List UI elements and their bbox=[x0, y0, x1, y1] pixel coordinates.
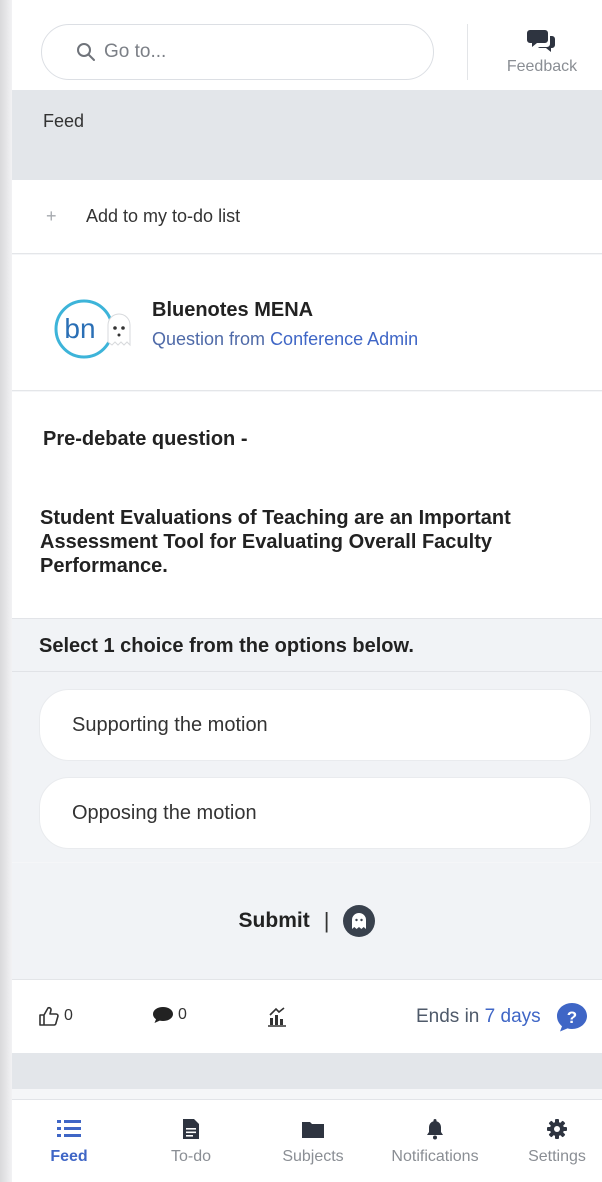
nav-label-settings: Settings bbox=[528, 1148, 586, 1165]
post-subtitle: Question from Conference Admin bbox=[152, 329, 418, 350]
edge-shadow bbox=[0, 0, 12, 1182]
like-count: 0 bbox=[64, 1007, 73, 1024]
ghost-icon bbox=[352, 913, 367, 929]
post-from-link[interactable]: Conference Admin bbox=[270, 329, 418, 349]
question-text: Student Evaluations of Teaching are an I… bbox=[40, 507, 511, 577]
anonymous-toggle[interactable] bbox=[343, 905, 376, 937]
deadline-text: Ends in 7 days bbox=[416, 1006, 541, 1028]
gear-icon bbox=[547, 1119, 567, 1139]
option-supporting[interactable]: Supporting the motion bbox=[39, 689, 591, 761]
nav-item-feed[interactable]: Feed bbox=[14, 1118, 124, 1166]
submit-row: Submit | bbox=[12, 903, 602, 939]
like-button[interactable]: 0 bbox=[38, 1006, 73, 1026]
submit-area: Submit | bbox=[12, 863, 602, 979]
submit-button[interactable]: Submit bbox=[239, 909, 310, 933]
svg-text:?: ? bbox=[567, 1008, 577, 1027]
add-todo-label: Add to my to-do list bbox=[86, 206, 241, 226]
post-author: Bluenotes MENA bbox=[152, 299, 314, 321]
feed-spacer-light bbox=[12, 1089, 602, 1099]
plus-icon: + bbox=[46, 206, 57, 226]
nav-item-notifications[interactable]: Notifications bbox=[380, 1118, 490, 1166]
post-header: bn Bluenotes MENA Question from Conferen… bbox=[12, 255, 602, 391]
nav-label-notifications: Notifications bbox=[391, 1148, 479, 1165]
comment-count: 0 bbox=[178, 1006, 187, 1023]
feedback-label: Feedback bbox=[506, 58, 578, 75]
comment-button[interactable]: 0 bbox=[152, 1006, 187, 1024]
nav-item-todo[interactable]: To-do bbox=[136, 1118, 246, 1166]
avatar[interactable]: bn bbox=[52, 295, 132, 367]
avatar-text: bn bbox=[64, 313, 95, 344]
search-icon bbox=[77, 43, 95, 61]
help-icon[interactable]: ? bbox=[556, 1002, 588, 1032]
nav-item-subjects[interactable]: Subjects bbox=[258, 1118, 368, 1166]
deadline-prefix: Ends in bbox=[416, 1006, 480, 1027]
post-subtitle-prefix: Question from bbox=[152, 329, 266, 349]
app-root: Go to... Feedback Feed + Add to my to-do… bbox=[0, 0, 602, 1182]
folder-icon bbox=[302, 1122, 324, 1138]
deadline-days: 7 days bbox=[484, 1006, 541, 1027]
submit-separator: | bbox=[323, 908, 330, 933]
main-content: Go to... Feedback Feed + Add to my to-do… bbox=[12, 0, 602, 1182]
feedback-button[interactable]: Feedback bbox=[482, 24, 602, 82]
search-placeholder: Go to... bbox=[104, 41, 167, 62]
thumbs-up-icon bbox=[39, 1006, 59, 1026]
chat-bubbles-icon bbox=[527, 30, 555, 52]
options-instruction: Select 1 choice from the options below. bbox=[39, 635, 414, 657]
feed-bar: Feed bbox=[12, 90, 602, 180]
post-stats: 0 0 Ends in 7 days ? bbox=[12, 979, 602, 1053]
page-title: Feed bbox=[43, 111, 85, 131]
nav-label-todo: To-do bbox=[170, 1148, 212, 1165]
add-todo-button[interactable]: + Add to my to-do list bbox=[12, 180, 602, 254]
comment-icon bbox=[153, 1007, 173, 1023]
document-icon bbox=[183, 1119, 199, 1139]
option-opposing[interactable]: Opposing the motion bbox=[39, 777, 591, 849]
top-header: Go to... Feedback bbox=[12, 0, 602, 90]
nav-item-settings[interactable]: Settings bbox=[502, 1118, 602, 1166]
options-section: Select 1 choice from the options below. … bbox=[12, 618, 602, 864]
bell-icon bbox=[427, 1119, 443, 1140]
nav-label-feed: Feed bbox=[50, 1148, 88, 1165]
bottom-nav: Feed To-do Subjects Notifications Settin… bbox=[12, 1099, 602, 1182]
question-body: Pre-debate question - Student Evaluation… bbox=[12, 392, 602, 618]
nav-label-subjects: Subjects bbox=[282, 1148, 344, 1165]
header-divider bbox=[467, 24, 468, 80]
question-heading: Pre-debate question - bbox=[43, 428, 248, 450]
results-button[interactable] bbox=[266, 1006, 292, 1028]
list-icon bbox=[57, 1120, 81, 1137]
bar-chart-icon bbox=[268, 1007, 286, 1027]
search-input[interactable]: Go to... bbox=[41, 24, 434, 80]
ghost-icon bbox=[107, 313, 131, 347]
feed-spacer bbox=[12, 1053, 602, 1089]
options-divider bbox=[12, 671, 602, 672]
